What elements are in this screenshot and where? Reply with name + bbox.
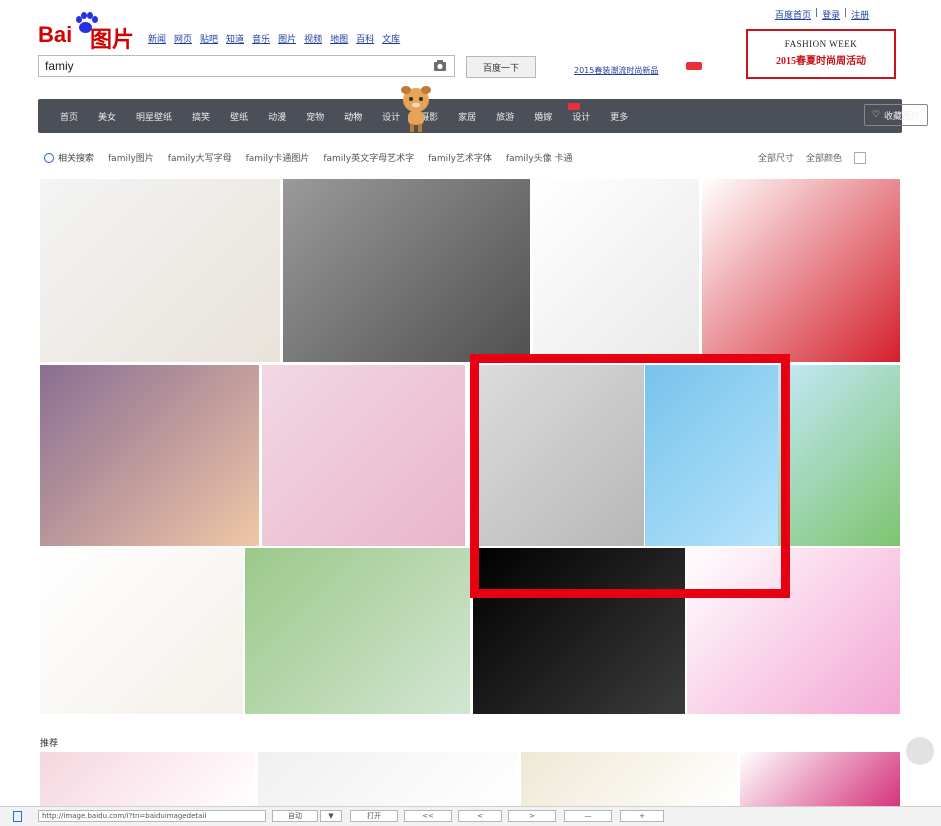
status-control[interactable]: 打开	[350, 810, 398, 822]
filter-color[interactable]: 全部颜色	[806, 151, 842, 164]
status-url: http://image.baidu.com/i?tn=baiduimagede…	[38, 810, 266, 822]
ad-subtitle: 2015春夏时尚周活动	[776, 56, 866, 67]
status-control[interactable]: 自动	[272, 810, 318, 822]
status-control[interactable]: <	[458, 810, 502, 822]
filter-size[interactable]: 全部尺寸	[758, 151, 794, 164]
logo-text: Bai	[38, 22, 73, 47]
image-tile-i-love-home[interactable]	[702, 179, 900, 362]
related-item[interactable]: family卡通图片	[246, 151, 310, 164]
category-item[interactable]: 旅游	[486, 110, 524, 123]
related-label-wrap: 相关搜索	[44, 151, 94, 164]
category-item[interactable]: 动漫	[258, 110, 296, 123]
new-badge	[686, 62, 702, 70]
heart-icon: ♡	[871, 110, 881, 120]
image-tile-bottom-bw[interactable]	[258, 752, 518, 806]
top-nav-item[interactable]: 网页	[174, 32, 192, 45]
search-button[interactable]: 百度一下	[466, 56, 536, 78]
filters: 全部尺寸 全部颜色	[758, 151, 867, 164]
search-icon	[44, 152, 54, 163]
category-item[interactable]: 设计	[562, 110, 600, 123]
image-tile-bottom-toys[interactable]	[40, 752, 255, 806]
section-label: 推荐	[40, 739, 59, 749]
baidu-logo[interactable]: Bai 图片	[38, 12, 138, 52]
image-tile-clay-birthday[interactable]	[40, 365, 259, 546]
status-control[interactable]: >	[508, 810, 556, 822]
image-tile-clay-christmas-white[interactable]	[40, 548, 243, 714]
related-item[interactable]: family图片	[108, 151, 154, 164]
page-icon	[13, 811, 22, 822]
back-to-top-button[interactable]	[906, 737, 934, 765]
category-item[interactable]: 婚嫁	[524, 110, 562, 123]
layout-toggle-icon[interactable]	[854, 151, 867, 164]
category-item-more[interactable]: 更多	[600, 110, 638, 123]
top-link[interactable]: 注册	[851, 8, 869, 21]
status-control[interactable]: +	[620, 810, 664, 822]
category-item-active[interactable]: 动物	[334, 110, 372, 123]
category-item[interactable]: 明星壁纸	[126, 110, 182, 123]
top-link[interactable]: 百度首页	[775, 8, 811, 21]
status-bar: http://image.baidu.com/i?tn=baiduimagede…	[0, 806, 941, 826]
top-nav-item[interactable]: 地图	[330, 32, 348, 45]
top-nav-item[interactable]: 图片	[278, 32, 296, 45]
category-item[interactable]: 首页	[50, 110, 88, 123]
top-nav-item[interactable]: 知道	[226, 32, 244, 45]
top-nav-item[interactable]: 贴吧	[200, 32, 218, 45]
status-control[interactable]: <<	[404, 810, 452, 822]
camera-search-icon[interactable]	[433, 59, 447, 73]
top-links: 百度首页 | 登录 | 注册	[775, 8, 870, 21]
top-nav-item[interactable]: 音乐	[252, 32, 270, 45]
collect-label: 收藏图片	[884, 111, 921, 122]
collect-button[interactable]: ♡ 收藏图片	[864, 104, 928, 126]
category-item[interactable]: 搞笑	[182, 110, 220, 123]
category-item[interactable]: 美女	[88, 110, 126, 123]
category-item[interactable]: 家居	[448, 110, 486, 123]
image-tile-clay-christmas-pink[interactable]	[262, 365, 465, 546]
mascot-icon	[401, 86, 431, 132]
related-searches: 相关搜索 family图片 family大写字母 family卡通图片 fami…	[44, 151, 573, 164]
related-item[interactable]: family大写字母	[168, 151, 232, 164]
selection-highlight	[470, 354, 790, 598]
category-item[interactable]: 宠物	[296, 110, 334, 123]
image-tile-family-beach[interactable]	[40, 179, 280, 362]
ad-banner[interactable]: FASHION WEEK 2015春夏时尚周活动	[746, 29, 896, 79]
related-item[interactable]: family头像 卡通	[506, 151, 573, 164]
related-item[interactable]: family英文字母艺术字	[323, 151, 414, 164]
top-nav-item[interactable]: 文库	[382, 32, 400, 45]
top-nav-item[interactable]: 新闻	[148, 32, 166, 45]
top-link[interactable]: 登录	[822, 8, 840, 21]
image-tile-family-bw-kiss[interactable]	[283, 179, 530, 362]
status-control[interactable]: ▼	[320, 810, 342, 822]
new-badge	[568, 103, 580, 110]
category-items: 首页 美女 明星壁纸 搞笑 壁纸 动漫 宠物 动物 设计 摄影 家居 旅游 婚嫁…	[50, 99, 638, 133]
related-item[interactable]: family艺术字体	[428, 151, 492, 164]
image-tile-family-park[interactable]	[245, 548, 470, 714]
related-label: 相关搜索	[58, 154, 95, 164]
top-nav-item[interactable]: 视频	[304, 32, 322, 45]
category-item[interactable]: 壁纸	[220, 110, 258, 123]
status-control[interactable]: —	[564, 810, 612, 822]
image-tile-family-birds[interactable]	[778, 365, 900, 546]
category-bar: 首页 美女 明星壁纸 搞笑 壁纸 动漫 宠物 动物 设计 摄影 家居 旅游 婚嫁…	[38, 99, 928, 133]
image-tile-bottom-sketch[interactable]	[521, 752, 737, 806]
ad-title: FASHION WEEK	[784, 39, 858, 49]
logo-subtitle: 图片	[90, 27, 135, 52]
image-tile-family-text-kids[interactable]	[533, 179, 699, 362]
promo-link[interactable]: 2015春装潮流时尚新品	[574, 65, 658, 76]
top-nav: 新闻 网页 贴吧 知道 音乐 图片 视频 地图 百科 文库	[148, 32, 400, 45]
image-tile-bottom-pink[interactable]	[740, 752, 900, 806]
top-nav-item[interactable]: 百科	[356, 32, 374, 45]
search-input[interactable]: famiy	[38, 55, 455, 77]
